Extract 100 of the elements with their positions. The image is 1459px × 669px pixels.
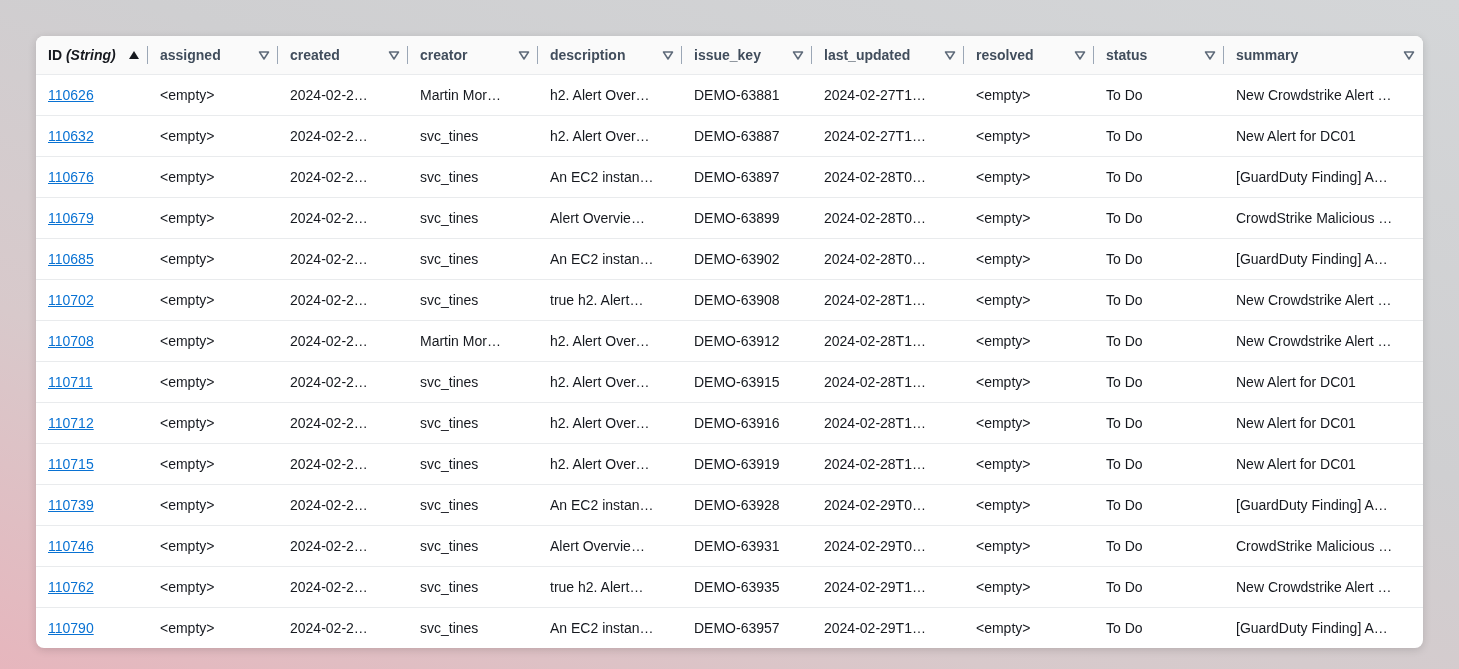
table-cell: <empty> <box>160 128 215 144</box>
table-cell: <empty> <box>976 128 1031 144</box>
table-cell: <empty> <box>160 251 215 267</box>
column-header[interactable]: last_updated <box>824 47 911 63</box>
table-cell: 2024-02-29T0… <box>824 497 926 513</box>
table-cell: 2024-02-29T0… <box>824 538 926 554</box>
table-cell: 2024-02-27T1… <box>824 87 926 103</box>
table-cell: svc_tines <box>420 579 479 595</box>
table-cell: To Do <box>1106 415 1143 431</box>
table-cell: <empty> <box>160 374 215 390</box>
filter-dropdown-icon[interactable] <box>792 49 804 61</box>
id-link[interactable]: 110708 <box>48 333 94 349</box>
table-cell: svc_tines <box>420 374 479 390</box>
table-cell: 2024-02-2… <box>290 128 368 144</box>
id-link[interactable]: 110739 <box>48 497 94 513</box>
table-cell: <empty> <box>160 169 215 185</box>
table-cell: 2024-02-28T1… <box>824 333 926 349</box>
table-cell: h2. Alert Over… <box>550 87 650 103</box>
table-cell: [GuardDuty Finding] A… <box>1236 251 1388 267</box>
table-cell: To Do <box>1106 374 1143 390</box>
filter-dropdown-icon[interactable] <box>1403 49 1415 61</box>
table-cell: <empty> <box>976 292 1031 308</box>
table-cell: svc_tines <box>420 251 479 267</box>
table-cell: DEMO-63928 <box>694 497 780 513</box>
filter-dropdown-icon[interactable] <box>662 49 674 61</box>
table-cell: To Do <box>1106 579 1143 595</box>
table-cell: <empty> <box>160 497 215 513</box>
id-link[interactable]: 110676 <box>48 169 94 185</box>
sort-ascending-icon[interactable] <box>128 49 140 61</box>
column-header[interactable]: status <box>1106 47 1148 63</box>
filter-dropdown-icon[interactable] <box>388 49 400 61</box>
id-link[interactable]: 110679 <box>48 210 94 226</box>
table-cell: h2. Alert Over… <box>550 333 650 349</box>
table-cell: DEMO-63916 <box>694 415 780 431</box>
column-header[interactable]: created <box>290 47 340 63</box>
id-link[interactable]: 110762 <box>48 579 94 595</box>
table-cell: To Do <box>1106 87 1143 103</box>
filter-dropdown-icon[interactable] <box>1074 49 1086 61</box>
id-link[interactable]: 110702 <box>48 292 94 308</box>
id-link[interactable]: 110632 <box>48 128 94 144</box>
table-cell: h2. Alert Over… <box>550 128 650 144</box>
id-link[interactable]: 110685 <box>48 251 94 267</box>
table-cell: An EC2 instan… <box>550 169 654 185</box>
filter-dropdown-icon[interactable] <box>258 49 270 61</box>
table-cell: svc_tines <box>420 210 479 226</box>
table-cell: [GuardDuty Finding] A… <box>1236 169 1388 185</box>
id-link[interactable]: 110712 <box>48 415 94 431</box>
table-cell: svc_tines <box>420 169 479 185</box>
table-cell: <empty> <box>160 579 215 595</box>
table-cell: New Alert for DC01 <box>1236 374 1356 390</box>
table-cell: New Crowdstrike Alert … <box>1236 579 1392 595</box>
table-cell: New Crowdstrike Alert … <box>1236 292 1392 308</box>
table-cell: An EC2 instan… <box>550 497 654 513</box>
table-cell: <empty> <box>160 456 215 472</box>
column-header[interactable]: issue_key <box>694 47 761 63</box>
table-cell: svc_tines <box>420 128 479 144</box>
id-link[interactable]: 110626 <box>48 87 94 103</box>
column-header[interactable]: description <box>550 47 626 63</box>
table-cell: svc_tines <box>420 292 479 308</box>
table-cell: 2024-02-2… <box>290 415 368 431</box>
column-header[interactable]: assigned <box>160 47 221 63</box>
table-cell: DEMO-63897 <box>694 169 780 185</box>
column-header[interactable]: ID (String) <box>48 47 116 63</box>
table-cell: DEMO-63881 <box>694 87 780 103</box>
table-cell: true h2. Alert… <box>550 292 644 308</box>
table-cell: 2024-02-2… <box>290 620 368 636</box>
column-header[interactable]: resolved <box>976 47 1034 63</box>
table-cell: To Do <box>1106 456 1143 472</box>
table-cell: 2024-02-2… <box>290 538 368 554</box>
table-cell: CrowdStrike Malicious … <box>1236 210 1393 226</box>
id-link[interactable]: 110746 <box>48 538 94 554</box>
table-cell: To Do <box>1106 538 1143 554</box>
filter-dropdown-icon[interactable] <box>1204 49 1216 61</box>
table-cell: 2024-02-2… <box>290 169 368 185</box>
table-cell: h2. Alert Over… <box>550 415 650 431</box>
id-link[interactable]: 110711 <box>48 374 93 390</box>
table-cell: <empty> <box>976 415 1031 431</box>
table-cell: svc_tines <box>420 620 479 636</box>
table-cell: Alert Overvie… <box>550 538 645 554</box>
table-cell: 2024-02-2… <box>290 374 368 390</box>
table-cell: <empty> <box>976 497 1031 513</box>
filter-dropdown-icon[interactable] <box>518 49 530 61</box>
filter-dropdown-icon[interactable] <box>944 49 956 61</box>
table-cell: 2024-02-29T1… <box>824 579 926 595</box>
table-cell: New Alert for DC01 <box>1236 415 1356 431</box>
table-cell: DEMO-63912 <box>694 333 780 349</box>
table-cell: Martin Mor… <box>420 333 501 349</box>
id-link[interactable]: 110790 <box>48 620 94 636</box>
table-cell: <empty> <box>976 169 1031 185</box>
column-header[interactable]: summary <box>1236 47 1299 63</box>
table-cell: CrowdStrike Malicious … <box>1236 538 1393 554</box>
id-link[interactable]: 110715 <box>48 456 94 472</box>
table-cell: DEMO-63915 <box>694 374 780 390</box>
column-header[interactable]: creator <box>420 47 468 63</box>
table-cell: 2024-02-28T0… <box>824 210 926 226</box>
table-cell: To Do <box>1106 497 1143 513</box>
table-cell: 2024-02-28T1… <box>824 415 926 431</box>
table-cell: To Do <box>1106 620 1143 636</box>
table-cell: true h2. Alert… <box>550 579 644 595</box>
table-cell: svc_tines <box>420 497 479 513</box>
